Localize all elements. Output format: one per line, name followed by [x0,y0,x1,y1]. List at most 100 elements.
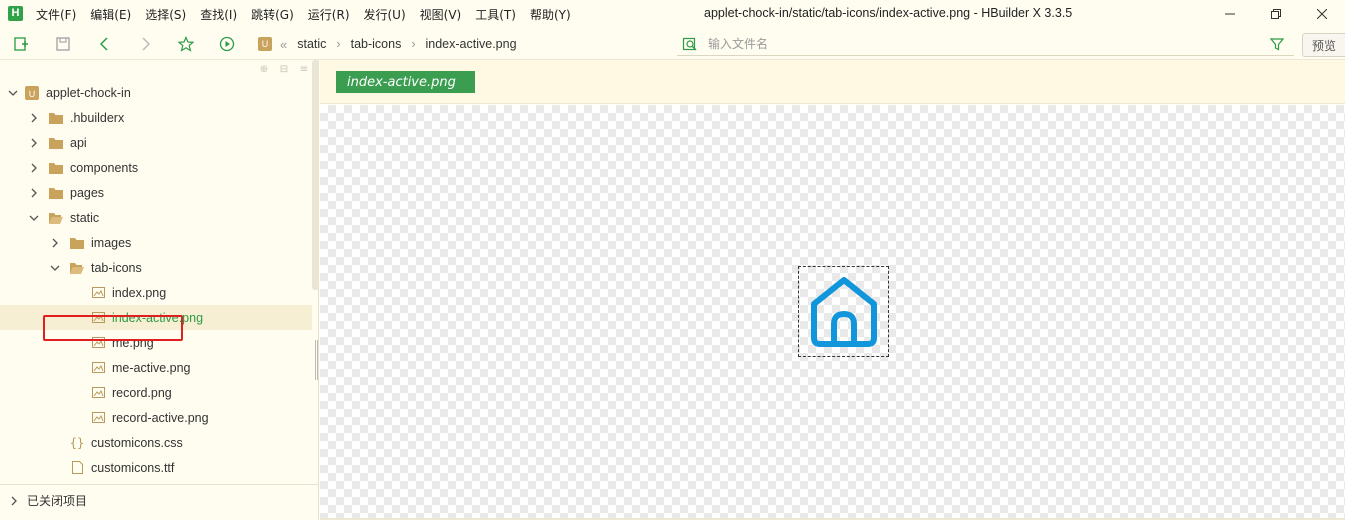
tree-item-folder[interactable]: tab-icons [0,255,312,280]
minimize-button[interactable] [1207,0,1253,28]
menu-run[interactable]: 运行(R) [308,6,350,23]
folder-icon [49,161,63,175]
image-preview-frame[interactable] [798,266,889,357]
annotation-highlight-box [43,315,183,341]
home-icon [810,276,877,347]
project-type-icon: U [258,37,272,51]
menu-select[interactable]: 选择(S) [145,6,186,23]
sidebar-scrollbar[interactable] [312,60,319,290]
image-file-icon [91,386,105,400]
menu-icon[interactable]: ≡ [298,64,310,76]
tree-item-label: pages [70,185,105,200]
collapse-icon[interactable]: ⊟ [278,64,290,76]
tree-item-folder[interactable]: api [0,130,312,155]
save-icon [56,37,70,51]
tree-item-file[interactable]: me-active.png [0,355,312,380]
tree-item-folder[interactable]: .hbuilderx [0,105,312,130]
breadcrumb-item[interactable]: tab-icons [351,37,402,51]
chevron-right-icon[interactable] [29,113,39,123]
css-file-icon: {} [69,435,85,450]
closed-projects-label: 已关闭项目 [27,494,88,508]
tree-item-label: .hbuilderx [70,110,125,125]
save-button[interactable] [54,35,72,53]
tree-item-label: static [70,210,100,225]
maximize-button[interactable] [1253,0,1299,28]
chevron-right-icon[interactable] [29,163,39,173]
tree-item-label: tab-icons [91,260,142,275]
close-button[interactable] [1299,0,1345,28]
image-viewer: index-active.png [320,60,1345,520]
menu-goto[interactable]: 跳转(G) [251,6,294,23]
breadcrumb-item[interactable]: index-active.png [426,37,517,51]
tree-item-file[interactable]: {} customicons.css [0,430,312,455]
project-explorer: ⊕ ⊟ ≡ U applet-chock-in .hbuilderx api c… [0,60,319,520]
tree-item-project[interactable]: U applet-chock-in [0,80,312,105]
tree-item-label: api [70,135,87,150]
folder-open-icon [49,211,63,225]
new-file-icon [14,37,28,51]
window-controls [1207,0,1345,28]
closed-projects-section[interactable]: 已关闭项目 [0,484,319,516]
file-icon [70,461,84,475]
chevron-down-icon[interactable] [50,263,60,273]
title-bar: H 文件(F) 编辑(E) 选择(S) 查找(I) 跳转(G) 运行(R) 发行… [0,0,1345,28]
menu-tools[interactable]: 工具(T) [475,6,516,23]
folder-icon [49,111,63,125]
file-name-tag: index-active.png [336,71,475,93]
tree-item-file[interactable]: record-active.png [0,405,312,430]
tree-item-folder[interactable]: images [0,230,312,255]
new-file-button[interactable] [12,35,30,53]
image-file-icon [91,361,105,375]
svg-text:U: U [29,89,36,99]
menu-edit[interactable]: 编辑(E) [90,6,131,23]
play-circle-icon [219,36,235,52]
filter-icon[interactable] [1270,37,1284,51]
breadcrumb-item[interactable]: static [297,37,326,51]
image-viewer-header: index-active.png [320,60,1345,104]
star-icon [178,36,194,52]
menu-publish[interactable]: 发行(U) [364,6,406,23]
tree-item-label: images [91,235,132,250]
chevron-right-icon[interactable] [9,496,19,506]
folder-icon [70,236,84,250]
double-chevron-left-icon[interactable]: « [280,37,287,52]
menu-file[interactable]: 文件(F) [36,6,76,23]
tree-item-folder[interactable]: pages [0,180,312,205]
transparency-canvas [320,105,1345,518]
restore-icon [1271,9,1281,19]
tree-item-file[interactable]: customicons.ttf [0,455,312,480]
menu-view[interactable]: 视图(V) [420,6,462,23]
chevron-right-icon[interactable] [29,138,39,148]
chevron-right-icon[interactable] [29,188,39,198]
tree-item-label: index.png [112,285,167,300]
chevron-right-icon[interactable] [50,238,60,248]
preview-button[interactable]: 预览 [1302,33,1345,57]
tree-item-file[interactable]: index.png [0,280,312,305]
chevron-right-icon: › [411,37,416,51]
menu-find[interactable]: 查找(I) [200,6,237,23]
forward-button[interactable] [136,35,154,53]
folder-icon [49,186,63,200]
chevron-down-icon[interactable] [8,88,18,98]
tree-item-file[interactable]: record.png [0,380,312,405]
arrow-left-icon [99,37,108,51]
file-search-box [677,32,1294,56]
file-search-input[interactable] [708,36,1248,51]
file-tree: U applet-chock-in .hbuilderx api compone… [0,80,312,480]
run-button[interactable] [218,35,236,53]
chevron-right-icon: › [336,37,341,51]
back-button[interactable] [96,35,114,53]
tree-item-label: record.png [112,385,172,400]
favorite-button[interactable] [177,35,195,53]
tree-item-label: customicons.ttf [91,460,175,475]
tree-item-folder[interactable]: static [0,205,312,230]
chevron-down-icon[interactable] [29,213,39,223]
breadcrumb: U « static › tab-icons › index-active.pn… [258,32,517,56]
tree-item-folder[interactable]: components [0,155,312,180]
tree-item-label: customicons.css [91,435,183,450]
panel-resize-handle[interactable] [315,340,318,380]
menu-help[interactable]: 帮助(Y) [530,6,571,23]
tree-item-label: record-active.png [112,410,209,425]
tree-item-label: me-active.png [112,360,191,375]
locate-icon[interactable]: ⊕ [258,64,270,76]
